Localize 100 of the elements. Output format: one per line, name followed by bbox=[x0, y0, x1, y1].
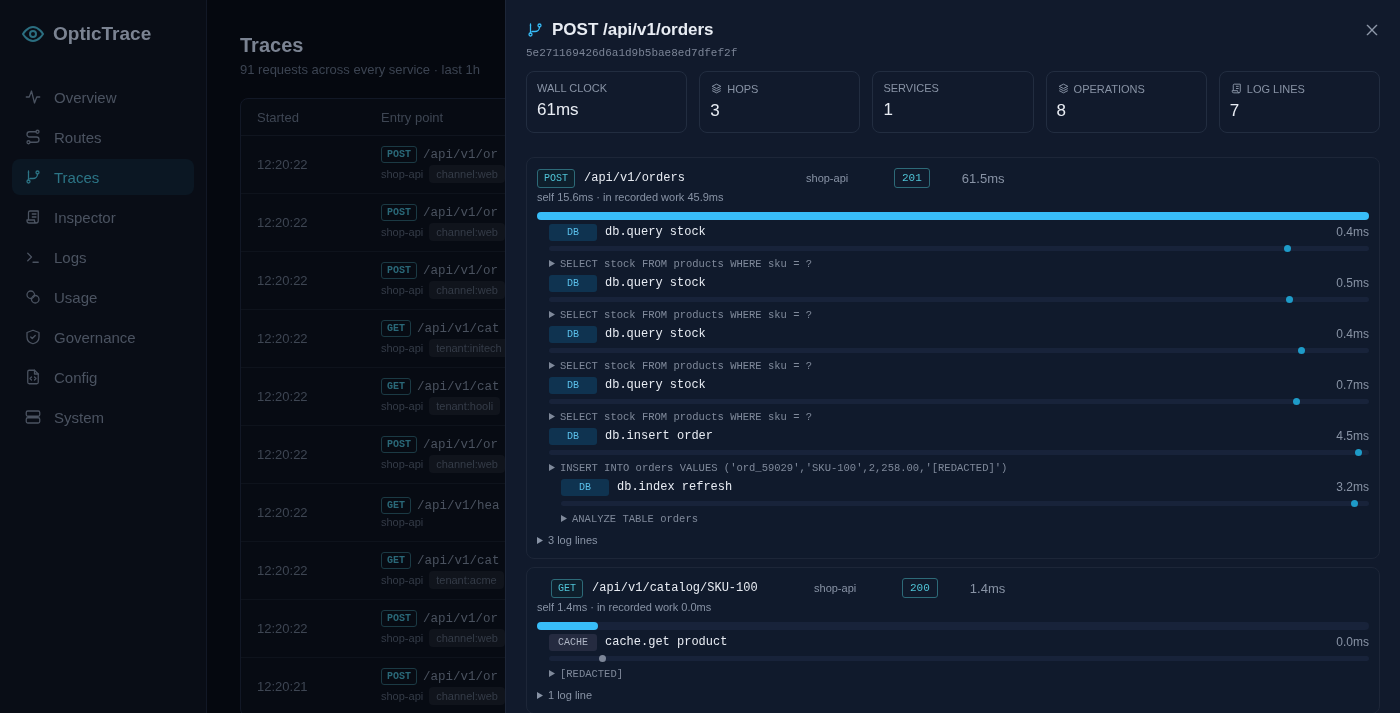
branch-icon bbox=[526, 21, 544, 39]
time-cell-text: 12:20:22 bbox=[256, 157, 309, 172]
span-detail-toggle[interactable]: SELECT stock FROM products WHERE sku = ? bbox=[549, 256, 1369, 271]
method-badge: GET bbox=[381, 552, 411, 569]
span-detail-toggle[interactable]: [REDACTED] bbox=[549, 666, 1369, 681]
span-type-badge: DB bbox=[549, 325, 597, 343]
status-badge: 201 bbox=[894, 168, 930, 188]
span-detail-toggle[interactable]: SELECT stock FROM products WHERE sku = ? bbox=[549, 409, 1369, 424]
column-header: Started bbox=[256, 109, 300, 125]
time-cell-text: 12:20:22 bbox=[256, 331, 309, 346]
span-detail-toggle[interactable]: INSERT INTO orders VALUES ('ord_59029','SKU-100',2,258.00,'[REDACTED]') bbox=[549, 460, 1369, 475]
span-name: db.query stock bbox=[605, 378, 707, 392]
caret-icon bbox=[537, 691, 543, 699]
entry-path: /api/v1/or bbox=[423, 437, 499, 452]
shield-icon bbox=[24, 328, 42, 346]
pulse-icon bbox=[24, 88, 42, 106]
span-duration: 0.4ms bbox=[1336, 225, 1369, 239]
hop-summary: self 1.4ms · in recorded work 0.0ms bbox=[537, 601, 713, 613]
stat-label: SERVICES bbox=[883, 82, 939, 94]
time-cell-text: 12:20:22 bbox=[256, 505, 309, 520]
caret-icon bbox=[549, 362, 555, 369]
service-name: shop-api bbox=[814, 582, 858, 594]
service-name: shop-api bbox=[806, 172, 850, 184]
method-badge: GET bbox=[381, 320, 411, 337]
time-cell-text: 12:20:22 bbox=[256, 389, 309, 404]
close-button[interactable] bbox=[1364, 22, 1380, 38]
span-detail-toggle[interactable]: SELECT stock FROM products WHERE sku = ? bbox=[549, 358, 1369, 373]
method-badge: POST bbox=[381, 436, 417, 453]
branch-icon bbox=[24, 168, 42, 186]
brand-name: OpticTrace bbox=[53, 23, 152, 45]
method-badge: POST bbox=[381, 262, 417, 279]
log-lines-toggle[interactable]: 1 log line bbox=[537, 689, 1369, 701]
column-header: Entry point bbox=[381, 109, 444, 125]
caret-icon bbox=[561, 515, 567, 522]
stat-label: HOPS bbox=[727, 82, 759, 95]
code-file-icon bbox=[24, 368, 42, 386]
span-type-badge: DB bbox=[561, 478, 609, 496]
caret-icon bbox=[549, 464, 555, 471]
stat-value: 3 bbox=[710, 101, 721, 121]
log-lines-toggle[interactable]: 3 log lines bbox=[537, 534, 1369, 546]
span-duration: 4.5ms bbox=[1336, 429, 1369, 443]
server-icon bbox=[24, 408, 42, 426]
span-duration: 0.5ms bbox=[1336, 276, 1369, 290]
hop-path: /api/v1/catalog/SKU-100 bbox=[592, 581, 759, 595]
stat-value: 8 bbox=[1056, 101, 1068, 121]
span-duration: 3.2ms bbox=[1336, 480, 1369, 494]
stat-label: WALL CLOCK bbox=[537, 82, 608, 94]
page-title: Traces bbox=[240, 34, 304, 57]
method-badge: POST bbox=[381, 610, 417, 627]
hop-summary: self 15.6ms · in recorded work 45.9ms bbox=[537, 191, 725, 203]
hop-duration: 1.4ms bbox=[969, 580, 1006, 596]
scroll-icon bbox=[24, 208, 42, 226]
stat-value: 1 bbox=[883, 100, 894, 120]
route-icon bbox=[24, 128, 42, 146]
nav-item[interactable]: Traces bbox=[12, 159, 194, 195]
stat-label: LOG LINES bbox=[1246, 82, 1305, 95]
entry-path: /api/v1/cat bbox=[417, 553, 500, 568]
caret-icon bbox=[549, 413, 555, 420]
scroll-icon bbox=[1229, 82, 1243, 95]
entry-path: /api/v1/or bbox=[423, 147, 499, 162]
span-detail-toggle[interactable]: ANALYZE TABLE orders bbox=[561, 511, 1369, 526]
time-cell-text: 12:20:22 bbox=[256, 215, 309, 230]
span-name: db.insert order bbox=[605, 429, 715, 443]
method-badge: GET bbox=[381, 378, 411, 395]
method-badge: POST bbox=[381, 146, 417, 163]
time-cell-text: 12:20:22 bbox=[256, 563, 309, 578]
entry-path: /api/v1/or bbox=[423, 611, 499, 626]
caret-icon bbox=[537, 536, 543, 544]
hop-path: /api/v1/orders bbox=[584, 171, 686, 185]
time-cell-text: 12:20:22 bbox=[256, 447, 309, 462]
span-name: db.query stock bbox=[605, 225, 707, 239]
method-badge: POST bbox=[537, 168, 575, 188]
span-name: db.index refresh bbox=[617, 480, 734, 494]
stat-value: 61ms bbox=[537, 100, 580, 120]
hop-duration: 61.5ms bbox=[961, 170, 1005, 186]
span-type-badge: DB bbox=[549, 274, 597, 292]
caret-icon bbox=[549, 260, 555, 267]
method-badge: GET bbox=[551, 578, 583, 598]
entry-path: /api/v1/or bbox=[423, 669, 499, 684]
time-cell-text: 12:20:22 bbox=[256, 621, 309, 636]
span-detail-toggle[interactable]: SELECT stock FROM products WHERE sku = ? bbox=[549, 307, 1369, 322]
status-badge: 200 bbox=[902, 578, 938, 598]
entry-path: /api/v1/cat bbox=[417, 321, 500, 336]
layers-icon bbox=[710, 82, 724, 95]
span-duration: 0.0ms bbox=[1336, 635, 1369, 649]
span-type-badge: DB bbox=[549, 427, 597, 445]
span-name: cache.get product bbox=[605, 635, 729, 649]
span-duration: 0.4ms bbox=[1336, 327, 1369, 341]
span-name: db.query stock bbox=[605, 276, 707, 290]
time-cell-text: 12:20:22 bbox=[256, 273, 309, 288]
trace-id: 5e271169426d6a1d9b5bae8ed7dfef2f bbox=[526, 47, 739, 59]
span-type-badge: DB bbox=[549, 376, 597, 394]
caret-icon bbox=[549, 311, 555, 318]
stat-label: OPERATIONS bbox=[1073, 82, 1145, 95]
entry-path: /api/v1/or bbox=[423, 263, 499, 278]
span-name: db.query stock bbox=[605, 327, 707, 341]
entry-path: /api/v1/or bbox=[423, 205, 499, 220]
stat-value: 7 bbox=[1229, 101, 1241, 121]
method-badge: GET bbox=[381, 497, 411, 514]
method-badge: POST bbox=[381, 204, 417, 221]
